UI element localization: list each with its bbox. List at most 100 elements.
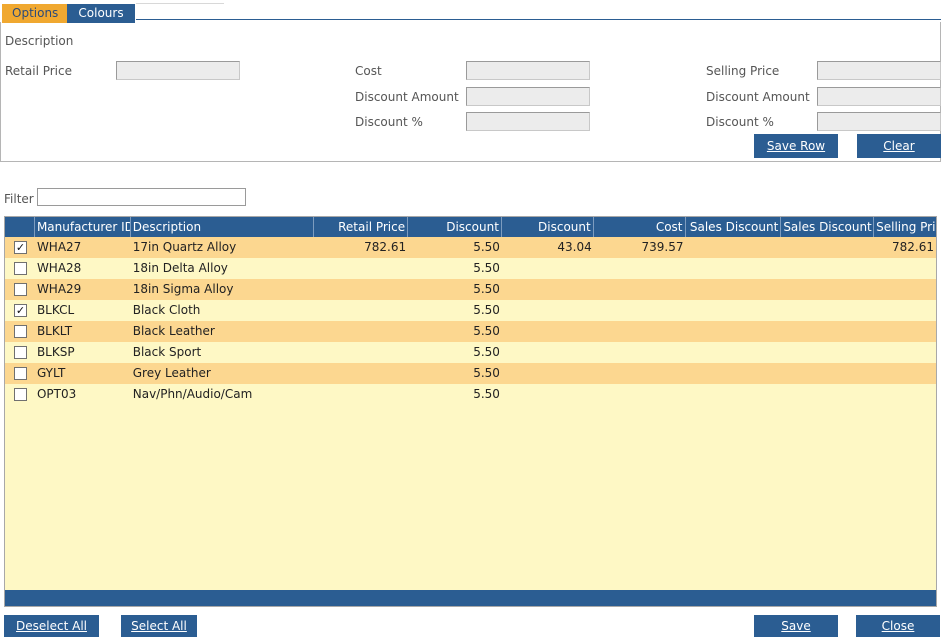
discount-amount-cell: [502, 321, 594, 342]
cost-cell: [594, 258, 686, 279]
sales-discount-cell: [686, 237, 782, 258]
table-row[interactable]: WHA28 18in Delta Alloy 5.50: [5, 258, 936, 279]
discount-cell: 5.50: [473, 345, 500, 359]
retail-price-cell: [314, 384, 408, 405]
selling-price-field[interactable]: [817, 61, 941, 80]
col-header-sales-discount-amount[interactable]: Sales Discount: [781, 217, 875, 237]
filter-input[interactable]: [37, 188, 246, 206]
description-label: Description: [5, 34, 74, 48]
grid-header: Manufacturer ID Description Retail Price…: [5, 217, 936, 237]
cost-cell: [594, 363, 686, 384]
retail-price-cell: [314, 258, 408, 279]
select-cell: [5, 279, 35, 300]
discount-percent-label: Discount %: [355, 115, 423, 129]
tab-colours[interactable]: Colours: [67, 4, 135, 23]
selling-price-cell: [874, 363, 936, 384]
manufacturer-id-cell: WHA28: [36, 261, 82, 275]
selling-price-cell: [874, 384, 936, 405]
row-checkbox[interactable]: ✓: [14, 304, 27, 317]
sales-discount-cell: [686, 363, 782, 384]
manufacturer-id-cell: WHA29: [36, 282, 82, 296]
description-cell: Nav/Phn/Audio/Cam: [132, 387, 253, 401]
save-button[interactable]: Save: [754, 615, 838, 637]
discount-amount-label: Discount Amount: [355, 90, 459, 104]
retail-price-cell: 782.61: [364, 240, 407, 254]
sales-discount-amount-cell: [781, 321, 874, 342]
manufacturer-id-cell: OPT03: [36, 387, 77, 401]
price-form-panel: Description Retail Price Cost Discount A…: [0, 22, 941, 162]
col-header-discount[interactable]: Discount: [408, 217, 502, 237]
discount-amount-cell: 43.04: [557, 240, 592, 254]
row-checkbox[interactable]: [14, 325, 27, 338]
discount-percent-field[interactable]: [466, 112, 590, 131]
col-header-retail-price[interactable]: Retail Price: [314, 217, 409, 237]
sales-discount-amount-cell: [781, 342, 874, 363]
cost-field[interactable]: [466, 61, 590, 80]
discount-cell: 5.50: [473, 387, 500, 401]
select-all-button[interactable]: Select All: [121, 615, 197, 637]
select-cell: [5, 258, 35, 279]
row-checkbox[interactable]: ✓: [14, 241, 27, 254]
tab-options[interactable]: Options: [2, 4, 67, 23]
col-header-discount-amount[interactable]: Discount: [502, 217, 594, 237]
col-header-sales-discount[interactable]: Sales Discount: [686, 217, 782, 237]
discount-amount-cell: [502, 363, 594, 384]
selling-price-label: Selling Price: [706, 64, 780, 78]
tab-divider: [136, 19, 941, 20]
close-button[interactable]: Close: [856, 615, 940, 637]
row-checkbox[interactable]: [14, 283, 27, 296]
discount-cell: 5.50: [473, 303, 500, 317]
cost-cell: [594, 300, 686, 321]
discount-cell: 5.50: [473, 240, 500, 254]
description-cell: Black Cloth: [132, 303, 201, 317]
sales-discount-amount-field[interactable]: [817, 87, 941, 106]
description-cell: Black Sport: [132, 345, 202, 359]
table-row[interactable]: GYLT Grey Leather 5.50: [5, 363, 936, 384]
discount-cell: 5.50: [473, 366, 500, 380]
row-checkbox[interactable]: [14, 346, 27, 359]
tab-bar: Options Colours: [2, 4, 225, 24]
col-header-selling-price[interactable]: Selling Price: [874, 217, 936, 237]
cost-cell: [594, 279, 686, 300]
cost-cell: [594, 321, 686, 342]
col-header-manufacturer-id[interactable]: Manufacturer ID: [35, 217, 131, 237]
select-cell: [5, 342, 35, 363]
sales-discount-amount-cell: [781, 237, 874, 258]
sales-discount-amount-label: Discount Amount: [706, 90, 810, 104]
selling-price-cell: [874, 258, 936, 279]
sales-discount-percent-field[interactable]: [817, 112, 941, 131]
discount-amount-field[interactable]: [466, 87, 590, 106]
discount-cell: 5.50: [473, 261, 500, 275]
discount-cell: 5.50: [473, 282, 500, 296]
retail-price-field[interactable]: [116, 61, 240, 80]
sales-discount-percent-label: Discount %: [706, 115, 774, 129]
retail-price-cell: [314, 279, 408, 300]
select-cell: [5, 384, 35, 405]
row-checkbox[interactable]: [14, 367, 27, 380]
save-row-button[interactable]: Save Row: [754, 134, 838, 158]
retail-price-cell: [314, 342, 408, 363]
select-cell: [5, 363, 35, 384]
description-cell: Black Leather: [132, 324, 215, 338]
select-cell: [5, 321, 35, 342]
retail-price-label: Retail Price: [5, 64, 72, 78]
table-row[interactable]: BLKLT Black Leather 5.50: [5, 321, 936, 342]
row-checkbox[interactable]: [14, 388, 27, 401]
table-row[interactable]: ✓ BLKCL Black Cloth 5.50: [5, 300, 936, 321]
selling-price-cell: [874, 300, 936, 321]
col-header-cost[interactable]: Cost: [594, 217, 686, 237]
sales-discount-cell: [686, 300, 782, 321]
discount-cell: 5.50: [473, 324, 500, 338]
table-row[interactable]: OPT03 Nav/Phn/Audio/Cam 5.50: [5, 384, 936, 405]
table-row[interactable]: BLKSP Black Sport 5.50: [5, 342, 936, 363]
table-row[interactable]: ✓ WHA27 17in Quartz Alloy 782.61 5.50 43.04 73…: [5, 237, 936, 258]
cost-label: Cost: [355, 64, 382, 78]
colours-grid: Manufacturer ID Description Retail Price…: [4, 216, 937, 607]
table-row[interactable]: WHA29 18in Sigma Alloy 5.50: [5, 279, 936, 300]
row-checkbox[interactable]: [14, 262, 27, 275]
clear-button[interactable]: Clear: [857, 134, 941, 158]
select-cell: ✓: [5, 300, 35, 321]
sales-discount-amount-cell: [781, 258, 874, 279]
col-header-description[interactable]: Description: [131, 217, 315, 237]
deselect-all-button[interactable]: Deselect All: [4, 615, 99, 637]
